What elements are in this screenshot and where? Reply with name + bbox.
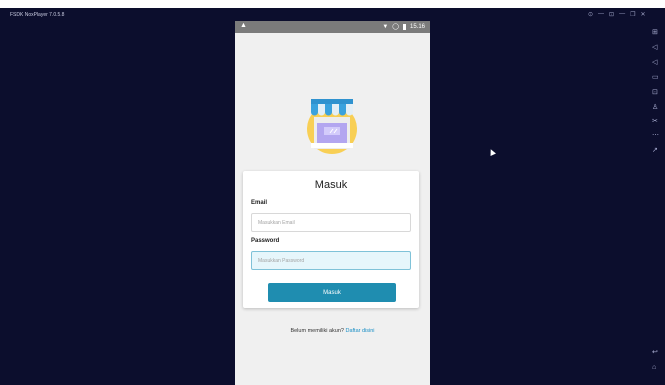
password-input[interactable]: [251, 251, 411, 270]
volume-up-icon[interactable]: ◁: [652, 44, 657, 51]
back-icon[interactable]: ↩: [652, 349, 658, 356]
register-prompt: Belum memiliki akun? Daftar disini: [235, 328, 430, 334]
share-icon[interactable]: ↗: [652, 147, 658, 154]
email-label: Email: [251, 200, 268, 206]
status-bar: ▲ ▼ ◯ 15.16: [235, 21, 430, 33]
page-title: Masuk: [314, 179, 348, 191]
more-icon[interactable]: ⋯: [652, 132, 659, 139]
login-button[interactable]: Masuk: [268, 283, 396, 302]
wifi-icon: ▼: [382, 23, 389, 30]
email-input[interactable]: [251, 213, 411, 232]
android-screen: ▲ ▼ ◯ 15.16 Masuk Email Masukkan Email P…: [235, 21, 430, 385]
window-title: FSDK NoxPlayer 7.0.5.8: [10, 12, 65, 18]
minimize-icon[interactable]: —: [598, 11, 604, 18]
volume-down-icon[interactable]: ◁: [652, 59, 657, 66]
signal-icon: ◯: [392, 24, 399, 30]
screen-icon[interactable]: ▭: [652, 74, 659, 81]
record-icon[interactable]: ⊡: [609, 11, 614, 18]
register-link[interactable]: Daftar disini: [345, 328, 374, 334]
notification-icon: ▲: [240, 22, 247, 29]
shake-icon[interactable]: ♙: [652, 104, 658, 111]
window-controls: ⊙ — ⊡ — ❐ ✕ ⛶: [588, 11, 655, 18]
emulator-window: FSDK NoxPlayer 7.0.5.8 ⊙ — ⊡ — ❐ ✕ ⛶ ⊞ ◁…: [0, 0, 665, 385]
screenshot-icon[interactable]: ⊞: [652, 29, 658, 36]
shop-logo-icon: [307, 99, 357, 154]
restore-icon[interactable]: ❐: [630, 11, 635, 18]
scissors-icon[interactable]: ✂: [652, 118, 658, 125]
home-icon[interactable]: ⌂: [652, 364, 656, 371]
battery-icon: [402, 23, 406, 30]
dash-icon[interactable]: —: [619, 11, 625, 18]
login-card: Masuk Email Password Masuk: [243, 171, 419, 308]
apk-icon[interactable]: ⊡: [652, 89, 658, 96]
close-icon[interactable]: ✕: [640, 11, 645, 18]
register-question: Belum memiliki akun?: [290, 328, 344, 334]
settings-icon[interactable]: ⊙: [588, 11, 593, 18]
status-time: 15.16: [409, 23, 425, 30]
password-label: Password: [251, 238, 280, 244]
